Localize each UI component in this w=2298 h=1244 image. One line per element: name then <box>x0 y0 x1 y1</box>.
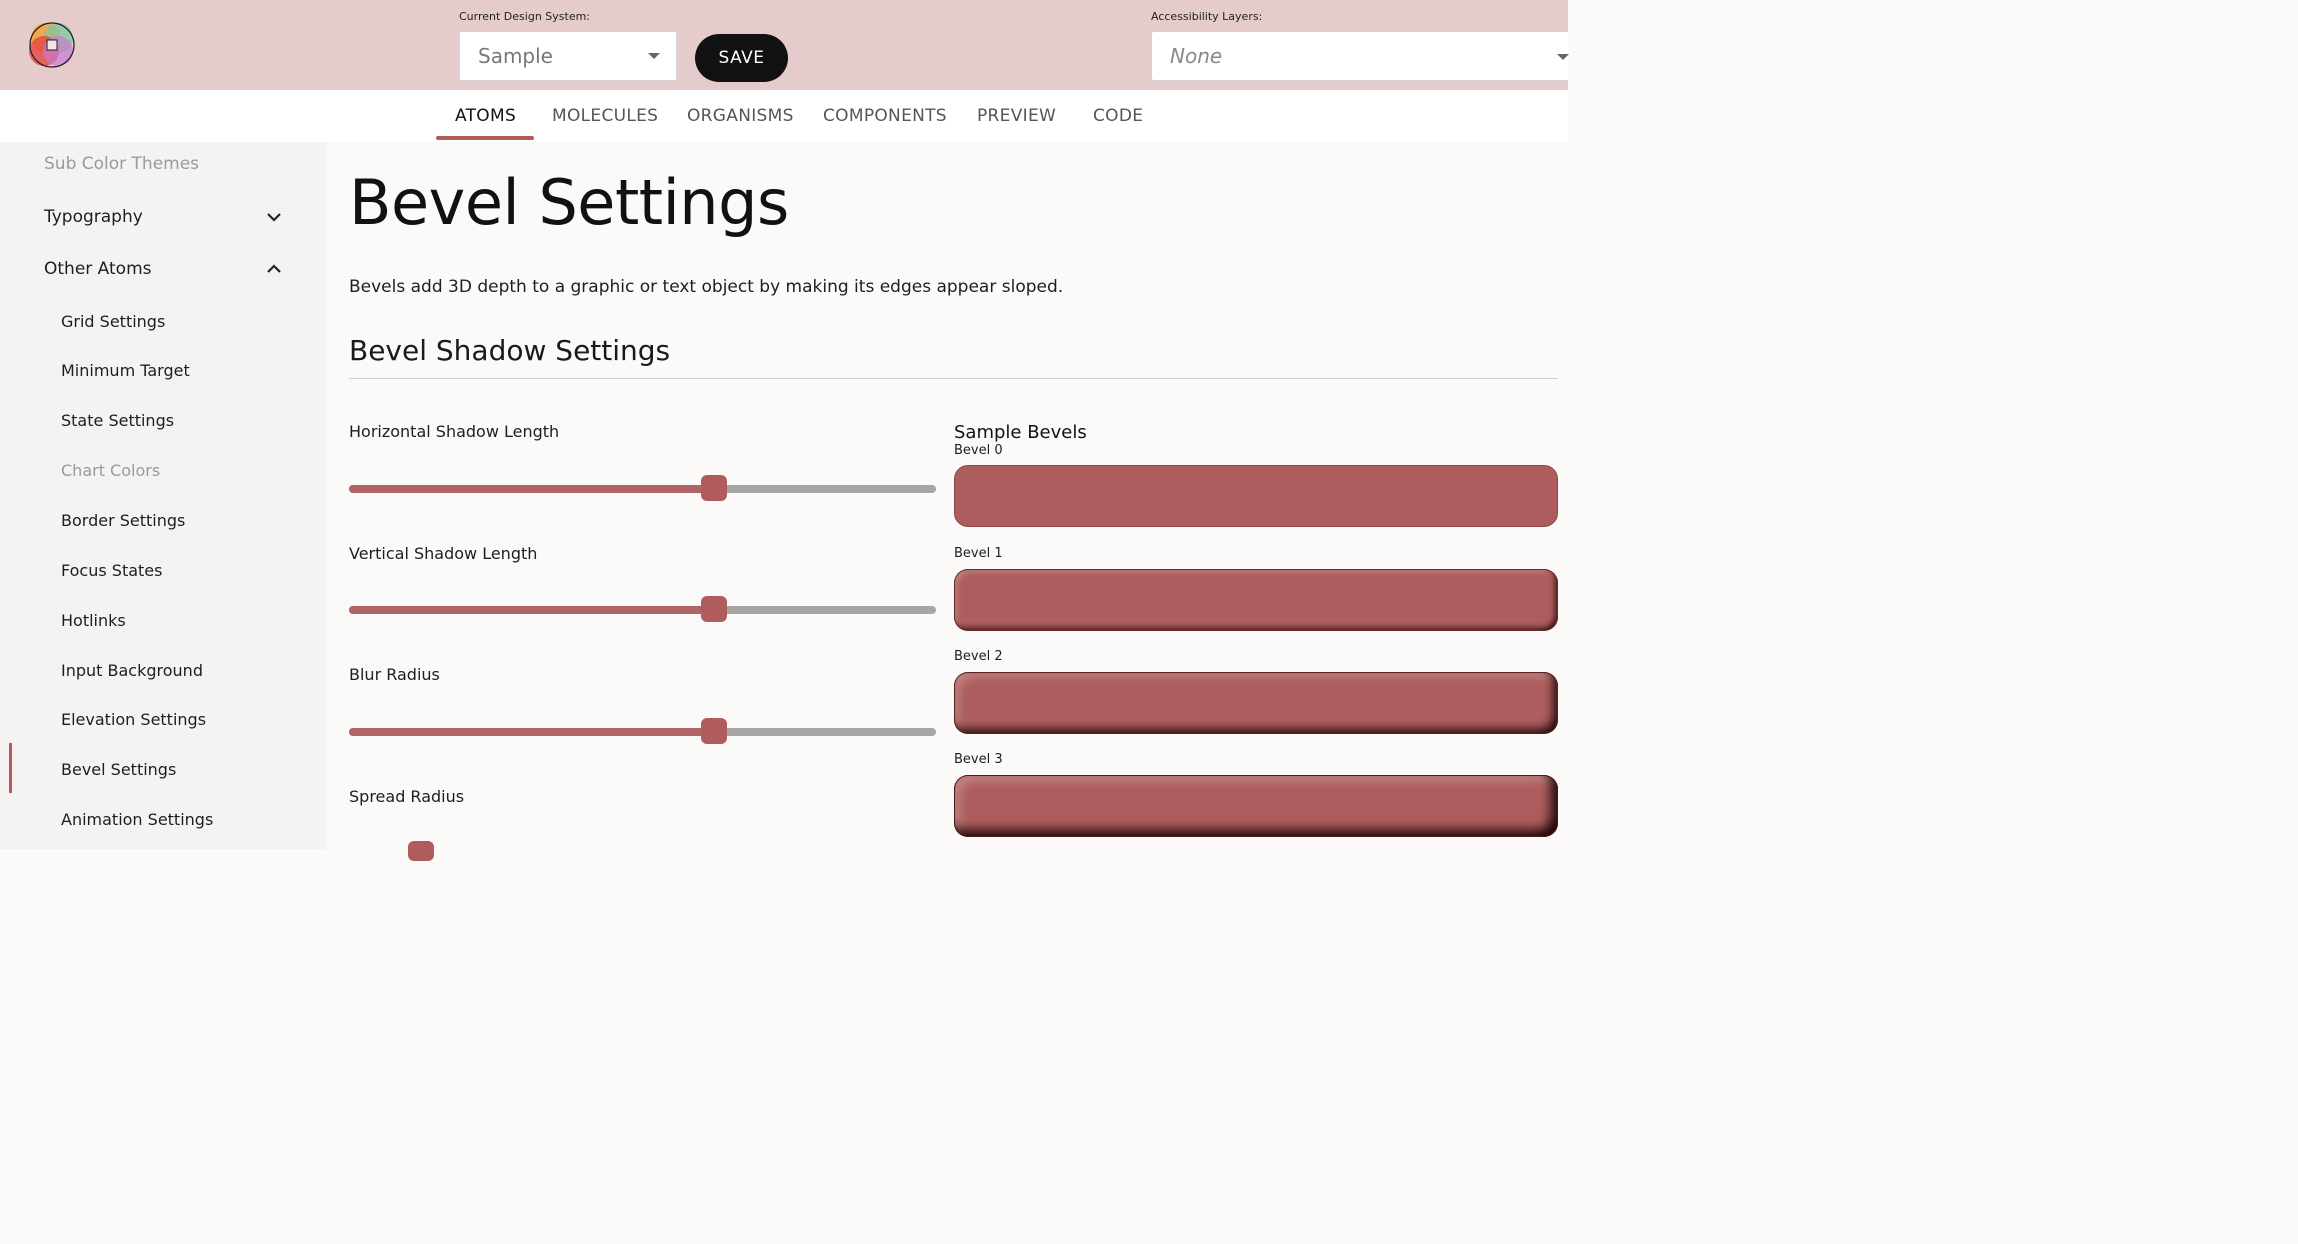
blur-radius-slider[interactable] <box>349 718 936 744</box>
sidebar-item-other-atoms[interactable]: Other Atoms <box>44 259 152 279</box>
vertical-shadow-slider[interactable] <box>349 596 936 622</box>
sidebar-item-grid-settings[interactable]: Grid Settings <box>61 312 165 331</box>
design-system-value: Sample <box>478 44 553 68</box>
design-system-label: Current Design System: <box>459 10 591 23</box>
tab-molecules[interactable]: MOLECULES <box>552 106 658 126</box>
chevron-down-icon <box>648 53 660 59</box>
section-title: Bevel Shadow Settings <box>349 334 671 367</box>
sidebar-item-animation-settings[interactable]: Animation Settings <box>61 810 213 829</box>
bevel-label: Bevel 1 <box>954 546 1003 561</box>
accessibility-select[interactable]: None <box>1151 31 1568 81</box>
sidebar-item-focus-states[interactable]: Focus States <box>61 561 162 580</box>
slider-thumb[interactable] <box>701 475 728 501</box>
sidebar-item-state-settings[interactable]: State Settings <box>61 411 174 430</box>
sidebar-item-minimum-target[interactable]: Minimum Target <box>61 361 190 380</box>
tab-preview[interactable]: PREVIEW <box>977 106 1056 126</box>
slider-fill <box>349 485 715 493</box>
section-divider <box>349 378 1558 379</box>
tab-components[interactable]: COMPONENTS <box>823 106 947 126</box>
slider-fill <box>349 606 715 614</box>
accessibility-value: None <box>1170 44 1223 68</box>
main-tabs: ATOMS MOLECULES ORGANISMS COMPONENTS PRE… <box>0 90 1568 142</box>
slider-label-blur-radius: Blur Radius <box>349 665 440 684</box>
spread-radius-slider-thumb[interactable] <box>408 841 434 861</box>
sidebar-item-bevel-settings[interactable]: Bevel Settings <box>61 760 176 779</box>
bevel-label: Bevel 2 <box>954 649 1003 664</box>
accessibility-label: Accessibility Layers: <box>1151 10 1263 23</box>
bevel-label: Bevel 3 <box>954 752 1003 767</box>
save-button[interactable]: SAVE <box>695 34 788 82</box>
design-system-select[interactable]: Sample <box>459 31 677 81</box>
sample-bevels-title: Sample Bevels <box>954 422 1087 443</box>
bevel-sample-3 <box>954 775 1558 837</box>
sidebar <box>0 142 327 849</box>
bevel-sample-1 <box>954 569 1558 631</box>
sidebar-active-indicator <box>9 743 12 793</box>
bevel-sample-2 <box>954 672 1558 734</box>
chevron-down-icon <box>1557 54 1569 60</box>
sidebar-item-chart-colors[interactable]: Chart Colors <box>61 461 160 480</box>
slider-fill <box>349 728 715 736</box>
sidebar-item-border-settings[interactable]: Border Settings <box>61 511 185 530</box>
sidebar-item-elevation-settings[interactable]: Elevation Settings <box>61 710 206 729</box>
sidebar-item-input-background[interactable]: Input Background <box>61 661 203 680</box>
top-bar: Current Design System: Sample SAVE Acces… <box>0 0 1569 90</box>
page-description: Bevels add 3D depth to a graphic or text… <box>349 277 1064 297</box>
slider-label-horizontal-shadow: Horizontal Shadow Length <box>349 422 560 441</box>
tab-code[interactable]: CODE <box>1093 106 1143 126</box>
sidebar-item-typography[interactable]: Typography <box>44 207 143 227</box>
bevel-label: Bevel 0 <box>954 443 1003 458</box>
tab-atoms[interactable]: ATOMS <box>455 106 516 126</box>
page-title: Bevel Settings <box>349 166 789 239</box>
slider-thumb[interactable] <box>701 718 728 744</box>
sidebar-item-hotlinks[interactable]: Hotlinks <box>61 611 126 630</box>
slider-thumb[interactable] <box>701 596 728 622</box>
chevron-up-icon[interactable] <box>266 261 282 277</box>
slider-label-vertical-shadow: Vertical Shadow Length <box>349 544 538 563</box>
horizontal-shadow-slider[interactable] <box>349 475 936 501</box>
chevron-down-icon[interactable] <box>266 209 282 225</box>
slider-label-spread-radius: Spread Radius <box>349 787 465 806</box>
active-tab-indicator <box>436 136 534 140</box>
tab-organisms[interactable]: ORGANISMS <box>687 106 794 126</box>
app-logo-icon[interactable] <box>24 18 80 74</box>
bevel-sample-0 <box>954 465 1558 527</box>
sidebar-item-sub-color-themes[interactable]: Sub Color Themes <box>44 154 199 174</box>
